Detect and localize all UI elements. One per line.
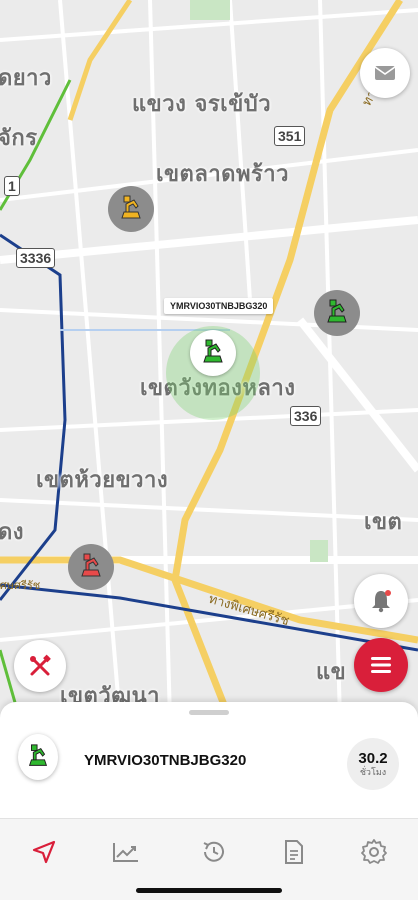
area-label: เขตห้วยขวาง (36, 468, 169, 493)
chart-icon (113, 843, 138, 862)
road-shield: 1 (4, 176, 20, 196)
excavator-icon (121, 195, 141, 219)
excavator-marker-green-east[interactable] (314, 290, 360, 336)
history-icon (203, 841, 224, 862)
area-label: เขตลาดพร้าว (156, 162, 289, 187)
mail-button[interactable] (360, 48, 410, 98)
tab-history[interactable] (194, 835, 234, 869)
tab-settings[interactable] (354, 835, 394, 869)
tools-icon (30, 654, 51, 676)
excavator-icon (28, 744, 48, 766)
vehicle-avatar (18, 734, 58, 780)
excavator-icon (203, 339, 223, 363)
excavator-marker-yellow[interactable] (108, 186, 154, 232)
speed-unit: ชั่วโมง (359, 767, 387, 777)
map-view[interactable]: ดยาว แขวง จรเข้บัว จักร เขตลาดพร้าว เขตว… (0, 0, 418, 720)
mail-icon (374, 66, 396, 80)
road-shield: 3336 (16, 248, 56, 268)
excavator-marker-red[interactable] (68, 544, 114, 590)
notification-button[interactable] (354, 574, 408, 628)
tools-button[interactable] (14, 640, 66, 692)
bell-icon (372, 590, 391, 613)
tab-navigation[interactable] (24, 835, 64, 869)
menu-button[interactable] (354, 638, 408, 692)
excavator-icon (327, 299, 347, 323)
document-icon (285, 840, 303, 864)
tab-documents[interactable] (274, 835, 314, 869)
speed-value: 30.2 (358, 750, 388, 767)
road-shield: 336 (290, 406, 322, 426)
navigation-icon (32, 840, 56, 864)
area-label: ดง (0, 520, 25, 545)
road-shield: 351 (274, 126, 306, 146)
area-label: แข (316, 660, 347, 685)
selected-plate-label: YMRVIO30TNBJBG320 (164, 298, 274, 314)
excavator-icon (81, 553, 101, 577)
sheet-drag-handle[interactable] (189, 710, 229, 715)
area-label: ดยาว (0, 66, 52, 91)
home-indicator (136, 888, 282, 893)
tab-statistics[interactable] (106, 835, 146, 869)
excavator-marker-green-selected[interactable] (190, 330, 236, 376)
area-label: เขต (364, 510, 403, 535)
menu-icon (371, 657, 391, 673)
settings-icon (361, 839, 387, 864)
speed-badge: 30.2 ชั่วโมง (347, 738, 399, 790)
vehicle-bottom-sheet[interactable]: YMRVIO30TNBJBG320 30.2 ชั่วโมง (0, 702, 418, 818)
vehicle-name: YMRVIO30TNBJBG320 (84, 752, 247, 769)
area-label: จักร (0, 126, 38, 151)
area-label: แขวง จรเข้บัว (132, 92, 272, 117)
road-name: เศษศรีรัช (0, 579, 41, 592)
